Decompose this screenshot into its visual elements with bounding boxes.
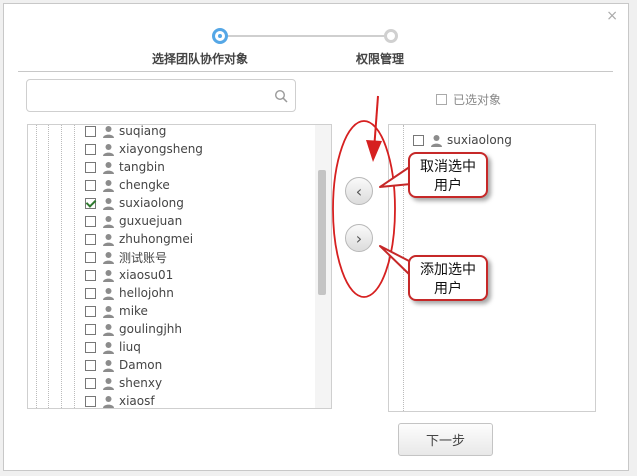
user-name: goulingjhh [119, 322, 182, 336]
user-name: xiaosu01 [119, 268, 174, 282]
user-checkbox[interactable] [85, 341, 96, 353]
tree-guide-line [403, 125, 404, 411]
tree-guide-line [36, 125, 37, 408]
next-step-button[interactable]: 下一步 [398, 423, 493, 456]
user-checkbox[interactable] [85, 215, 96, 227]
user-name: xiayongsheng [119, 142, 203, 156]
user-checkbox[interactable] [85, 161, 96, 173]
user-icon [431, 134, 442, 147]
user-checkbox[interactable] [85, 395, 96, 407]
user-icon [103, 341, 114, 354]
callout-line: 用户 [434, 178, 462, 194]
user-tree-item[interactable]: xiaosu01 [85, 266, 173, 284]
add-user-callout: 添加选中 用户 [408, 255, 488, 301]
tree-guide-line [48, 125, 49, 408]
user-icon [103, 125, 114, 138]
user-checkbox[interactable] [85, 287, 96, 299]
user-name: chengke [119, 178, 170, 192]
user-tree-item[interactable]: 测试账号 [85, 248, 167, 266]
user-tree-item[interactable]: tangbin [85, 158, 165, 176]
user-name: suxiaolong [119, 196, 184, 210]
user-name: guxuejuan [119, 214, 183, 228]
user-checkbox[interactable] [85, 251, 96, 263]
user-tree-item[interactable]: Damon [85, 356, 162, 374]
show-selected-toggle[interactable]: 已选对象 [436, 91, 501, 108]
user-name: xiaosf [119, 394, 155, 408]
show-selected-label: 已选对象 [453, 93, 502, 107]
user-checkbox[interactable] [85, 359, 96, 371]
user-name: mike [119, 304, 148, 318]
search-input[interactable] [33, 86, 267, 108]
user-name: shenxy [119, 376, 163, 390]
header-divider [18, 71, 613, 72]
selected-user-row[interactable]: suxiaolong [413, 133, 512, 147]
user-checkbox[interactable] [85, 323, 96, 335]
user-icon [103, 215, 114, 228]
step-2-label: 权限管理 [356, 52, 405, 66]
close-icon[interactable]: × [606, 9, 618, 23]
selected-user-name: suxiaolong [447, 133, 512, 147]
user-icon [103, 377, 114, 390]
remove-selected-button[interactable]: ‹ [345, 177, 373, 205]
user-tree-item[interactable]: mike [85, 302, 148, 320]
user-tree-item[interactable]: guxuejuan [85, 212, 182, 230]
user-tree-item[interactable]: suqiang [85, 124, 167, 140]
user-tree-item[interactable]: suxiaolong [85, 194, 184, 212]
user-name: hellojohn [119, 286, 174, 300]
tree-guide-line [74, 125, 75, 408]
user-tree-item[interactable]: zhuhongmei [85, 230, 193, 248]
user-icon [103, 197, 114, 210]
user-icon [103, 287, 114, 300]
scrollbar-thumb[interactable] [318, 170, 326, 295]
user-icon [103, 233, 114, 246]
callout-line: 取消选中 [420, 159, 476, 175]
user-icon [103, 323, 114, 336]
user-name: 测试账号 [119, 250, 168, 265]
user-checkbox[interactable] [85, 305, 96, 317]
search-icon[interactable] [274, 89, 288, 103]
user-tree-item[interactable]: chengke [85, 176, 170, 194]
user-icon [103, 305, 114, 318]
user-checkbox[interactable] [85, 377, 96, 389]
callout-line: 添加选中 [420, 262, 476, 278]
callout-line: 用户 [434, 281, 462, 297]
user-checkbox[interactable] [85, 269, 96, 281]
search-box [26, 79, 296, 112]
user-icon [103, 161, 114, 174]
user-tree-item[interactable]: xiayongsheng [85, 140, 203, 158]
user-name: suqiang [119, 124, 167, 138]
user-icon [103, 395, 114, 408]
user-icon [103, 269, 114, 282]
user-checkbox[interactable] [85, 143, 96, 155]
user-tree-item[interactable]: xiaosf [85, 392, 155, 408]
user-checkbox[interactable] [85, 125, 96, 137]
user-icon [103, 179, 114, 192]
user-tree-item[interactable]: hellojohn [85, 284, 174, 302]
user-tree-item[interactable]: liuq [85, 338, 141, 356]
step-1-indicator [212, 28, 228, 44]
user-tree-item[interactable]: shenxy [85, 374, 162, 392]
user-icon [103, 143, 114, 156]
user-icon [103, 359, 114, 372]
tree-scrollbar[interactable] [315, 125, 331, 408]
user-name: liuq [119, 340, 141, 354]
user-icon [103, 251, 114, 264]
tree-guide-line [61, 125, 62, 408]
user-tree-panel[interactable]: suqiang xiayongsheng tangbin chengke suxiaol… [27, 124, 332, 409]
user-checkbox[interactable] [85, 233, 96, 245]
user-name: Damon [119, 358, 163, 372]
step-1-label: 选择团队协作对象 [152, 52, 249, 66]
user-name: tangbin [119, 160, 165, 174]
user-name: zhuhongmei [119, 232, 194, 246]
selected-user-checkbox[interactable] [413, 134, 424, 146]
user-checkbox[interactable] [85, 179, 96, 191]
step-2-indicator [384, 29, 398, 43]
user-tree-item[interactable]: goulingjhh [85, 320, 182, 338]
remove-user-callout: 取消选中 用户 [408, 152, 488, 198]
user-checkbox[interactable] [85, 197, 96, 209]
add-selected-button[interactable]: › [345, 224, 373, 252]
step-progress-line [224, 35, 394, 37]
show-selected-checkbox[interactable] [436, 94, 447, 105]
